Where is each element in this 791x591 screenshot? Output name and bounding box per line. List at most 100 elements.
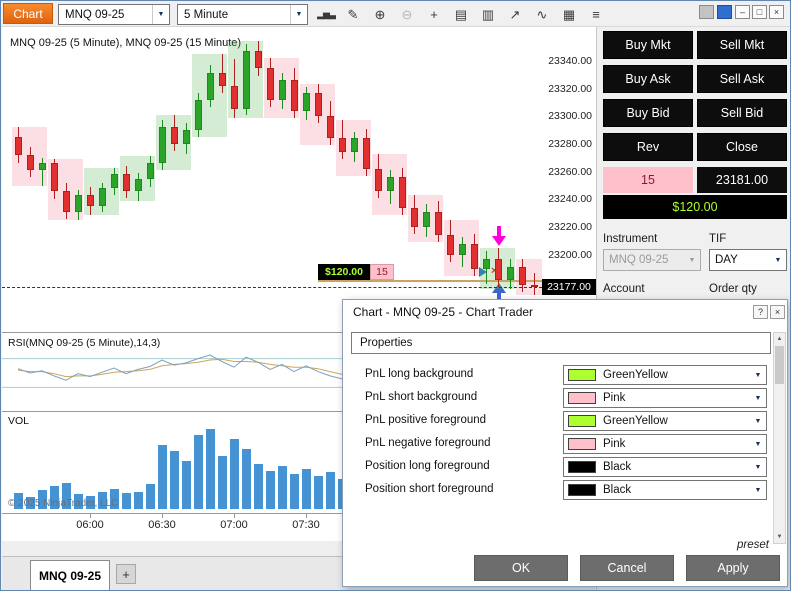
dialog-help-button[interactable]: ? — [753, 305, 768, 319]
grid-icon[interactable]: ▦ — [560, 5, 578, 24]
property-color-dropdown[interactable]: GreenYellow▼ — [563, 365, 767, 385]
property-label: Position long foreground — [365, 460, 490, 472]
color-swatch — [568, 438, 596, 450]
instrument-dropdown[interactable]: MNQ 09-25 ▼ — [58, 4, 170, 25]
candlestick — [159, 127, 166, 163]
time-tick-label: 07:30 — [286, 519, 326, 531]
candlestick — [327, 116, 334, 138]
chart-style-icon[interactable]: ▂▅▃ — [317, 5, 335, 24]
interval-link-icon[interactable] — [717, 5, 732, 19]
candlestick — [195, 100, 202, 130]
candlestick — [135, 179, 142, 191]
candlestick — [111, 174, 118, 188]
candlestick — [63, 191, 70, 212]
buy-mkt-button[interactable]: Buy Mkt — [603, 31, 693, 59]
candlestick — [303, 93, 310, 111]
candlestick — [315, 93, 322, 117]
report-icon[interactable]: ▤ — [452, 5, 470, 24]
cancel-button[interactable]: Cancel — [580, 555, 674, 581]
candlestick — [87, 195, 94, 206]
preset-link[interactable]: preset — [737, 539, 769, 551]
scroll-down-icon[interactable]: ▼ — [774, 531, 785, 543]
indicators-icon[interactable]: ∿ — [533, 5, 551, 24]
chart-pnl-tag: $120.00 — [318, 264, 370, 280]
candlestick — [351, 138, 358, 152]
add-tab-button[interactable]: + — [116, 564, 136, 584]
candlestick — [231, 86, 238, 110]
dialog-scrollbar[interactable]: ▲ ▼ — [773, 332, 786, 544]
price-tick-label: 23240.00 — [542, 193, 592, 205]
buy-bid-button[interactable]: Buy Bid — [603, 99, 693, 127]
sell-ask-button[interactable]: Sell Ask — [697, 65, 787, 93]
time-tickmark — [162, 514, 163, 518]
drawing-tools-icon[interactable]: ✎ — [344, 5, 362, 24]
window-titlebar: Chart MNQ 09-25 ▼ 5 Minute ▼ ▂▅▃✎⊕⊖+▤▥↗∿… — [1, 1, 790, 27]
instrument-link-icon[interactable] — [699, 5, 714, 19]
property-row: PnL positive foregroundGreenYellow▼ — [351, 410, 771, 432]
chart-trader-icon[interactable]: ↗ — [506, 5, 524, 24]
volume-bar — [170, 451, 179, 509]
data-box-icon[interactable]: ▥ — [479, 5, 497, 24]
tif-dropdown[interactable]: DAY ▼ — [709, 249, 787, 271]
account-field-label: Account — [603, 283, 645, 295]
color-swatch — [568, 369, 596, 381]
trader-instrument-value: MNQ 09-25 — [604, 254, 684, 266]
candlestick — [171, 127, 178, 144]
candlestick — [183, 130, 190, 144]
chevron-down-icon: ▼ — [750, 418, 766, 425]
buy-ask-button[interactable]: Buy Ask — [603, 65, 693, 93]
close-position-button[interactable]: Close — [697, 133, 787, 161]
sell-mkt-button[interactable]: Sell Mkt — [697, 31, 787, 59]
minimize-button[interactable]: – — [735, 5, 750, 19]
property-label: PnL long background — [365, 368, 473, 380]
property-color-dropdown[interactable]: Pink▼ — [563, 388, 767, 408]
maximize-button[interactable]: □ — [752, 5, 767, 19]
price-tick-label: 23320.00 — [542, 83, 592, 95]
property-label: PnL negative foreground — [365, 437, 491, 449]
properties-icon[interactable]: ≡ — [587, 5, 605, 24]
ok-button[interactable]: OK — [474, 555, 568, 581]
sell-bid-button[interactable]: Sell Bid — [697, 99, 787, 127]
property-color-dropdown[interactable]: Pink▼ — [563, 434, 767, 454]
price-tick-label: 23260.00 — [542, 166, 592, 178]
candlestick — [27, 155, 34, 170]
volume-bar — [122, 493, 131, 509]
scrollbar-thumb[interactable] — [775, 346, 784, 384]
apply-button[interactable]: Apply — [686, 555, 780, 581]
price-chart-panel[interactable]: MNQ 09-25 (5 Minute), MNQ 09-25 (15 Minu… — [2, 29, 542, 331]
dialog-titlebar[interactable]: Chart - MNQ 09-25 - Chart Trader — [343, 300, 787, 324]
crosshair-icon[interactable]: + — [425, 5, 443, 24]
scroll-up-icon[interactable]: ▲ — [774, 333, 785, 345]
property-row: Position long foreground Black▼ — [351, 456, 771, 478]
avg-entry-line[interactable] — [318, 280, 542, 282]
chevron-down-icon: ▼ — [290, 5, 307, 24]
chevron-down-icon: ▼ — [750, 395, 766, 402]
candle-wick — [42, 158, 43, 186]
time-tickmark — [306, 514, 307, 518]
dialog-close-button[interactable]: × — [770, 305, 785, 319]
reverse-button[interactable]: Rev — [603, 133, 693, 161]
property-color-dropdown[interactable]: Black▼ — [563, 480, 767, 500]
color-name: Pink — [603, 438, 750, 450]
chart-menu-button[interactable]: Chart — [3, 3, 53, 24]
volume-bar — [314, 476, 323, 509]
property-label: Position short foreground — [365, 483, 494, 495]
chevron-down-icon: ▼ — [152, 5, 169, 24]
zoom-in-icon[interactable]: ⊕ — [371, 5, 389, 24]
volume-bar — [302, 469, 311, 509]
position-avg-price: 23181.00 — [697, 167, 787, 193]
chart-trader-properties-dialog: Chart - MNQ 09-25 - Chart Trader ? × Pro… — [342, 299, 788, 587]
price-tick-label: 23280.00 — [542, 138, 592, 150]
interval-dropdown[interactable]: 5 Minute ▼ — [177, 4, 308, 25]
close-button[interactable]: × — [769, 5, 784, 19]
candlestick — [219, 73, 226, 85]
candlestick — [435, 212, 442, 236]
volume-bar — [146, 484, 155, 509]
property-color-dropdown[interactable]: GreenYellow▼ — [563, 411, 767, 431]
color-name: Black — [603, 484, 750, 496]
chart-series-title: MNQ 09-25 (5 Minute), MNQ 09-25 (15 Minu… — [10, 37, 241, 49]
volume-bar — [218, 456, 227, 509]
property-color-dropdown[interactable]: Black▼ — [563, 457, 767, 477]
tab-mnq-09-25[interactable]: MNQ 09-25 — [30, 560, 110, 591]
price-axis[interactable]: 23200.0023220.0023240.0023260.0023280.00… — [542, 29, 596, 331]
